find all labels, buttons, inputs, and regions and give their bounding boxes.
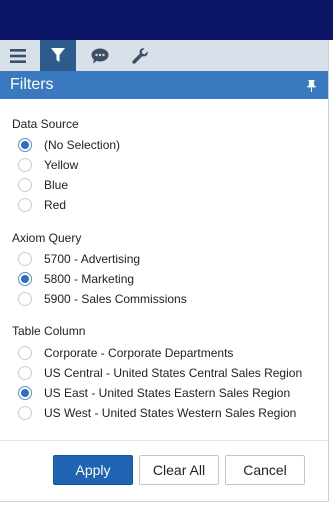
data-source-option[interactable]: Yellow	[18, 156, 78, 174]
apply-button[interactable]: Apply	[53, 455, 133, 485]
option-label: Blue	[44, 178, 69, 192]
radio-button[interactable]	[18, 292, 32, 306]
data-source-label: Data Source	[12, 117, 79, 131]
option-label: Yellow	[44, 158, 79, 172]
option-label: Corporate - Corporate Departments	[44, 346, 234, 360]
clear-all-button[interactable]: Clear All	[139, 455, 219, 485]
axiom-query-option[interactable]: 5700 - Advertising	[18, 250, 140, 268]
tab-comments[interactable]	[82, 40, 118, 71]
radio-button-checked[interactable]	[18, 386, 32, 400]
tab-settings[interactable]	[122, 40, 158, 71]
option-label: US Central - United States Central Sales…	[44, 366, 303, 380]
data-source-option[interactable]: Blue	[18, 176, 68, 194]
table-column-option[interactable]: US Central - United States Central Sales…	[18, 364, 302, 382]
option-label: US East - United States Eastern Sales Re…	[44, 386, 291, 400]
panel-title: Filters	[10, 76, 54, 93]
data-source-option[interactable]: (No Selection)	[18, 136, 120, 154]
panel-header: Filters	[0, 71, 328, 99]
cancel-button[interactable]: Cancel	[225, 455, 305, 485]
tab-filters[interactable]	[40, 40, 76, 71]
radio-button[interactable]	[18, 406, 32, 420]
radio-button-checked[interactable]	[18, 272, 32, 286]
option-label: 5700 - Advertising	[44, 252, 141, 266]
filter-icon	[51, 48, 65, 63]
radio-button[interactable]	[18, 158, 32, 172]
data-source-option[interactable]: Red	[18, 196, 66, 214]
option-label: (No Selection)	[44, 138, 121, 152]
comment-icon	[91, 48, 109, 64]
pin-icon[interactable]	[307, 79, 316, 97]
table-column-option[interactable]: US East - United States Eastern Sales Re…	[18, 384, 290, 402]
option-label: US West - United States Western Sales Re…	[44, 406, 297, 420]
option-label: 5900 - Sales Commissions	[44, 292, 187, 306]
axiom-query-option[interactable]: 5800 - Marketing	[18, 270, 134, 288]
radio-button[interactable]	[18, 198, 32, 212]
radio-button[interactable]	[18, 178, 32, 192]
radio-button[interactable]	[18, 366, 32, 380]
option-label: Red	[44, 198, 67, 212]
option-label: 5800 - Marketing	[44, 272, 135, 286]
axiom-query-label: Axiom Query	[12, 231, 82, 245]
panel-tab-bar	[0, 40, 329, 71]
table-column-label: Table Column	[12, 324, 86, 338]
app-top-bar	[0, 0, 333, 40]
table-column-option[interactable]: US West - United States Western Sales Re…	[18, 404, 296, 422]
axiom-query-option[interactable]: 5900 - Sales Commissions	[18, 290, 187, 308]
radio-button[interactable]	[18, 252, 32, 266]
filters-panel: Filters Data Source (No Selection) Yello…	[0, 71, 329, 502]
radio-button[interactable]	[18, 346, 32, 360]
menu-icon	[10, 48, 26, 63]
tab-menu[interactable]	[0, 40, 36, 71]
wrench-icon	[132, 47, 148, 64]
table-column-option[interactable]: Corporate - Corporate Departments	[18, 344, 233, 362]
footer-divider	[0, 440, 328, 441]
radio-button-checked[interactable]	[18, 138, 32, 152]
